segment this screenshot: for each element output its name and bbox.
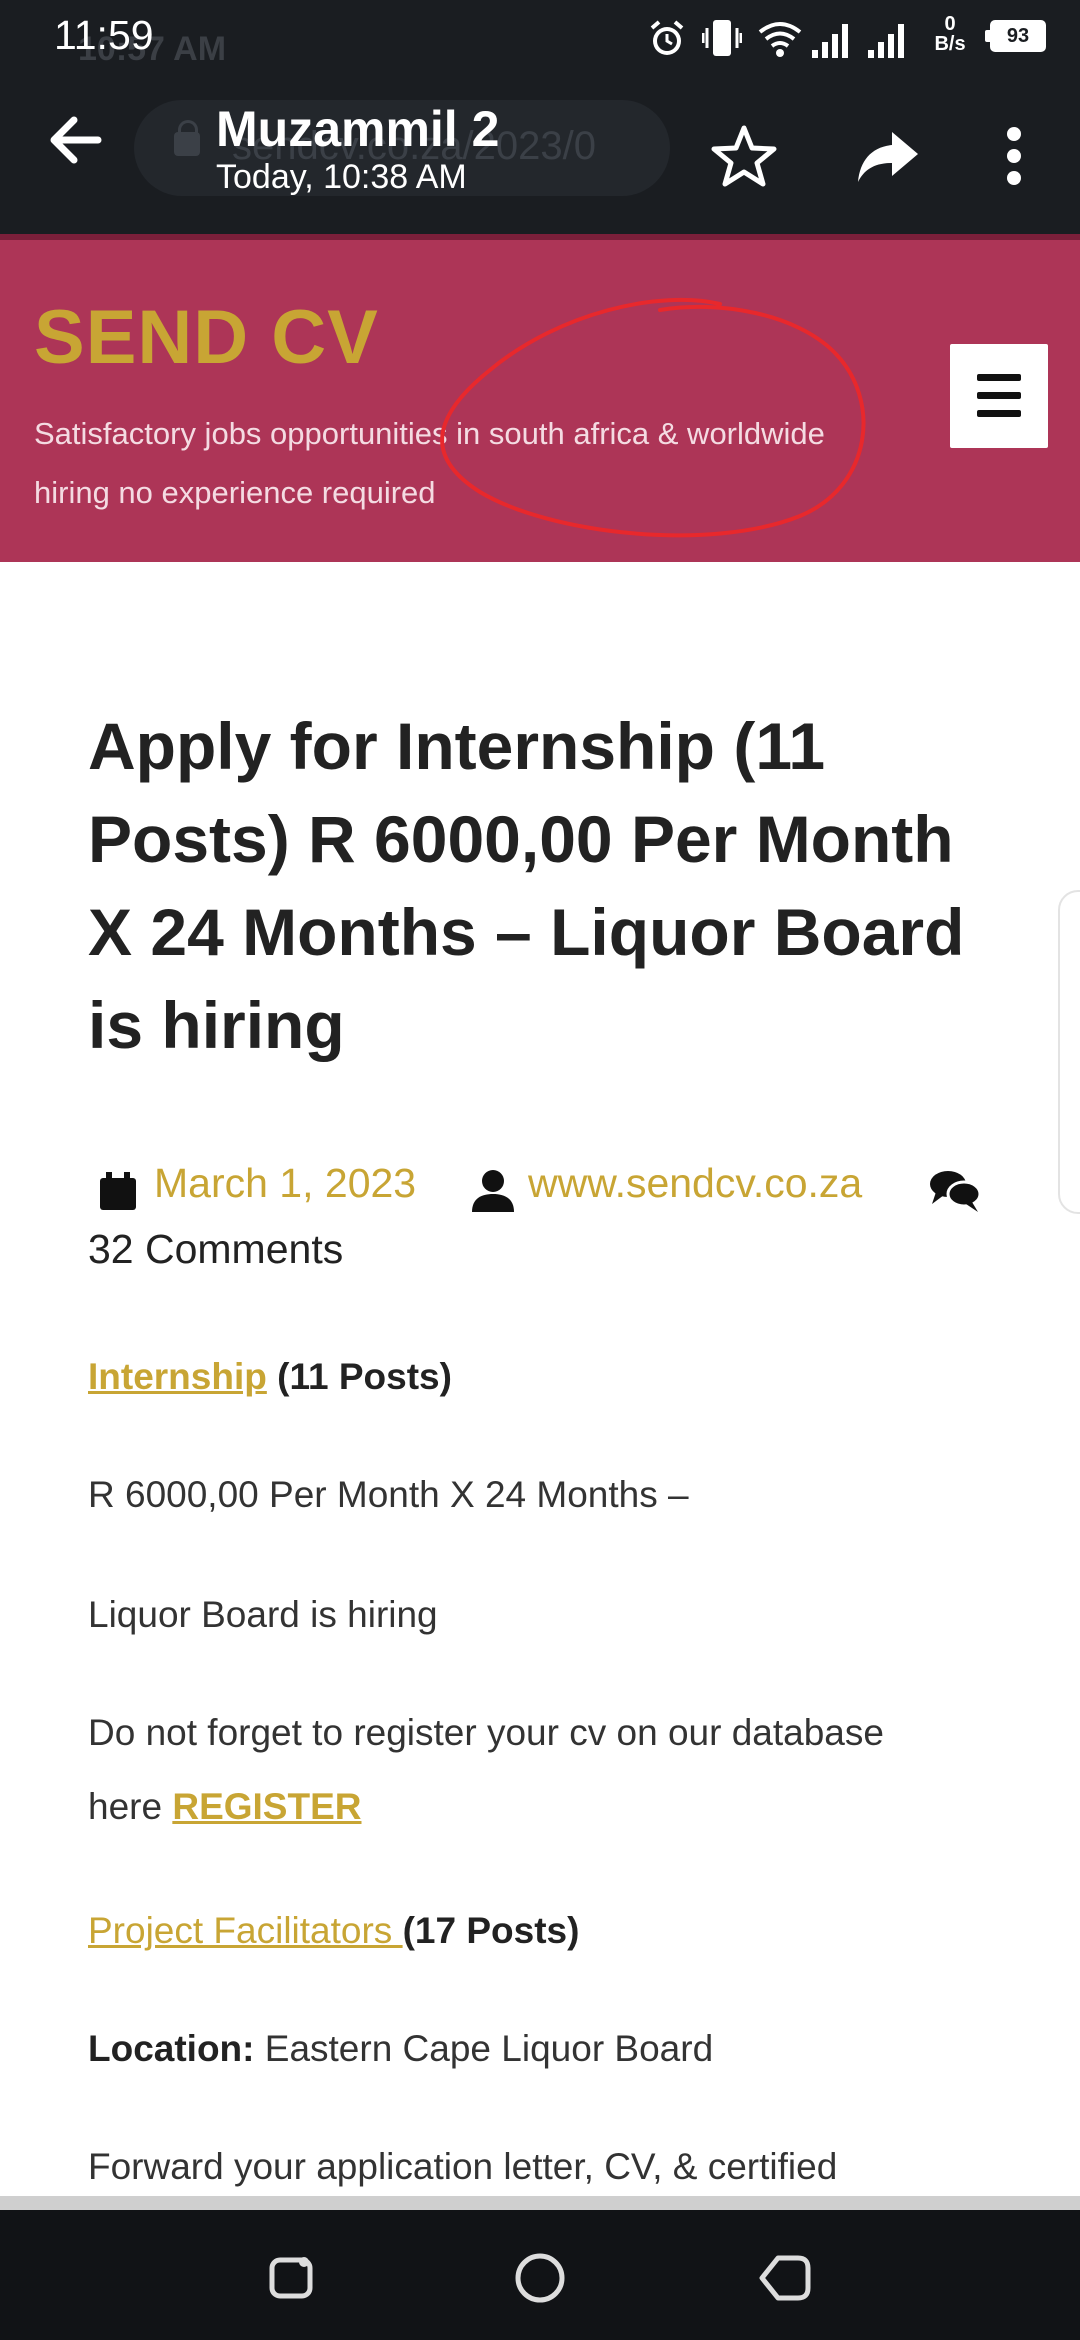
page-subtitle: Today, 10:38 AM <box>216 158 467 196</box>
paragraph-location: Location: Eastern Cape Liquor Board <box>88 2012 713 2086</box>
home-icon[interactable] <box>510 2248 570 2308</box>
location-label: Location: <box>88 2028 255 2069</box>
paragraph-register: Do not forget to register your cv on our… <box>88 1696 884 1844</box>
calendar-icon <box>100 1172 136 1210</box>
post-meta: March 1, 2023 www.sendcv.co.za 32 Commen… <box>88 1160 1008 1272</box>
alarm-icon <box>650 20 684 55</box>
browser-toolbar: sendcv.co.za/2023/0 Muzammil 2 Today, 10… <box>0 78 1080 234</box>
location-value: Eastern Cape Liquor Board <box>254 2028 714 2069</box>
facilitators-posts: (17 Posts) <box>402 1910 580 1951</box>
system-nav-bar <box>0 2210 1080 2340</box>
net-speed-unit: B/s <box>934 33 966 55</box>
more-options-icon[interactable] <box>978 120 1050 192</box>
post-date[interactable]: March 1, 2023 <box>154 1160 416 1207</box>
share-icon[interactable] <box>852 120 924 192</box>
site-title[interactable]: SEND CV <box>34 294 379 381</box>
status-bar: 10:57 AM 11:59 0 B/s 93 <box>0 0 1080 78</box>
vibrate-icon <box>702 20 742 56</box>
edge-panel-handle[interactable] <box>1058 890 1080 1214</box>
register-link[interactable]: REGISTER <box>172 1786 361 1827</box>
back-arrow-icon[interactable] <box>36 100 116 180</box>
paragraph-internship: Internship (11 Posts) <box>88 1340 452 1414</box>
page-title: Muzammil 2 <box>216 101 500 157</box>
paragraph-forward: Forward your application letter, CV, & c… <box>88 2146 838 2187</box>
status-icons: 0 B/s 93 <box>646 10 1046 66</box>
internship-link[interactable]: Internship <box>88 1356 267 1397</box>
register-line-1: Do not forget to register your cv on our… <box>88 1712 884 1753</box>
paragraph-facilitators: Project Facilitators (17 Posts) <box>88 1894 579 1968</box>
header-top-line <box>0 234 1080 240</box>
comments-icon <box>930 1171 982 1212</box>
menu-bar <box>977 410 1021 417</box>
net-speed-value: 0 <box>944 13 956 35</box>
signal-icon <box>812 24 848 58</box>
meta-row: March 1, 2023 www.sendcv.co.za <box>88 1160 1008 1220</box>
scroll-indicator <box>0 2196 1080 2210</box>
user-icon <box>472 1170 514 1212</box>
register-line-2: here REGISTER <box>88 1770 884 1844</box>
status-time: 11:59 <box>54 12 154 58</box>
menu-bar <box>977 392 1021 399</box>
post-author[interactable]: www.sendcv.co.za <box>528 1160 862 1207</box>
comments-count[interactable]: 32 Comments <box>88 1226 343 1273</box>
internship-posts: (11 Posts) <box>266 1356 452 1397</box>
lock-icon <box>174 120 200 156</box>
star-icon[interactable] <box>708 120 780 192</box>
paragraph-salary: R 6000,00 Per Month X 24 Months – <box>88 1474 689 1515</box>
paragraph-hiring: Liquor Board is hiring <box>88 1594 438 1635</box>
menu-bar <box>977 374 1021 381</box>
battery-indicator: 93 <box>985 20 1046 52</box>
title-block: Muzammil 2 Today, 10:38 AM <box>216 100 499 197</box>
signal-icon-2 <box>868 24 904 58</box>
article-title: Apply for Internship (11 Posts) R 6000,0… <box>88 709 965 1062</box>
register-prefix: here <box>88 1786 173 1827</box>
network-speed: 0 B/s <box>930 14 970 54</box>
hamburger-menu-button[interactable] <box>950 344 1048 448</box>
article: Apply for Internship (11 Posts) R 6000,0… <box>88 700 1008 2187</box>
project-facilitators-link[interactable]: Project Facilitators <box>88 1910 403 1951</box>
wifi-icon <box>758 22 802 57</box>
annotation-circle <box>440 297 866 538</box>
back-icon[interactable] <box>756 2248 816 2308</box>
recent-apps-icon[interactable] <box>262 2248 322 2308</box>
